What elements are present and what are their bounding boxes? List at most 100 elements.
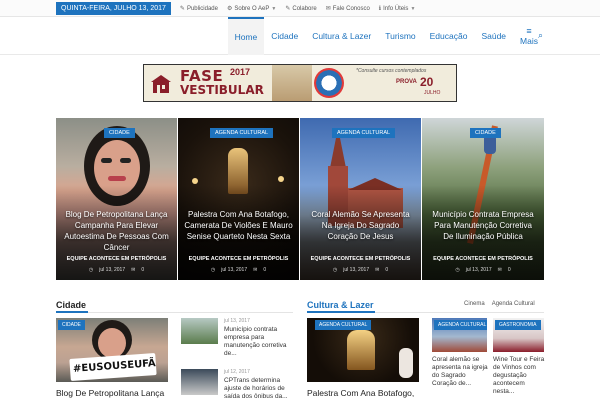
card-title[interactable]: Coral Alemão Se Apresenta Na Igreja Do S… — [306, 209, 415, 242]
chevron-down-icon: ▼ — [410, 5, 416, 12]
banner-people-image — [272, 65, 312, 101]
card-meta: ◷ jul 13, 2017 ✉ 0 — [178, 267, 299, 273]
banner-ad[interactable]: FASE 2017 VESTIBULAR *Consulte cursos co… — [143, 64, 457, 102]
nav-item-saude[interactable]: Saúde — [474, 17, 513, 55]
featured-card[interactable]: AGENDA CULTURAL Coral Alemão Se Apresent… — [300, 118, 421, 280]
date-badge: QUINTA-FEIRA, JULHO 13, 2017 — [56, 2, 171, 15]
clock-icon: ◷ — [88, 267, 94, 273]
nav-item-cidade[interactable]: Cidade — [264, 17, 305, 55]
category-badge[interactable]: GASTRONOMIA — [495, 320, 541, 330]
cidade-item-thumb[interactable] — [181, 369, 218, 395]
card-date: jul 13, 2017 — [221, 267, 248, 273]
section-divider — [307, 311, 544, 313]
card-title[interactable]: Blog De Petropolitana Lança Campanha Par… — [62, 209, 171, 253]
top-link-label: Colabore — [292, 5, 317, 12]
card-author[interactable]: EQUIPE ACONTECE EM PETRÓPOLIS — [178, 256, 299, 262]
top-link-publicidade[interactable]: ✎ Publicidade — [179, 5, 218, 13]
cultura-main-image[interactable]: AGENDA CULTURAL — [307, 318, 419, 382]
banner-day: 20 — [420, 75, 434, 89]
banner-month: JULHO — [424, 90, 441, 96]
top-bar-inner: QUINTA-FEIRA, JULHO 13, 2017 ✎ Publicida… — [56, 2, 415, 15]
tab-cinema[interactable]: Cinema — [464, 301, 485, 307]
section-title-cultura-lazer[interactable]: Cultura & Lazer — [307, 300, 374, 310]
cultura-col-thumb[interactable]: GASTRONOMIA — [493, 318, 544, 352]
banner-seal-logo — [314, 68, 344, 98]
search-icon[interactable]: ⌕ — [538, 30, 543, 41]
top-link-label: Publicidade — [186, 5, 218, 12]
cultura-col-thumb[interactable]: AGENDA CULTURAL — [432, 318, 487, 352]
card-comments[interactable]: 0 — [508, 267, 511, 273]
gear-icon: ⚙ — [226, 6, 233, 12]
edit-icon: ✎ — [285, 6, 291, 12]
card-comments[interactable]: 0 — [263, 267, 266, 273]
cidade-item-title[interactable]: Município contrata empresa para manutenç… — [224, 326, 294, 358]
nav-item-home[interactable]: Home — [227, 17, 265, 55]
cidade-main-image[interactable]: #EUSOUSEUFÃ CIDADE — [56, 318, 168, 382]
tab-agenda-cultural[interactable]: Agenda Cultural — [492, 301, 535, 307]
clock-icon: ◷ — [332, 267, 338, 273]
top-link-label: Sobre O AeP — [234, 5, 270, 12]
comment-icon: ✉ — [375, 267, 380, 273]
comment-icon: ✉ — [253, 267, 258, 273]
category-badge[interactable]: AGENDA CULTURAL — [315, 320, 372, 330]
cultura-main-title[interactable]: Palestra Com Ana Botafogo, — [307, 388, 414, 398]
card-meta: ◷ jul 13, 2017 ✉ 0 — [56, 267, 177, 273]
nav-item-cultura-lazer[interactable]: Cultura & Lazer — [305, 17, 378, 55]
top-link-info-uteis[interactable]: ℹ Info Úteis ▼ — [378, 5, 416, 13]
card-title[interactable]: Palestra Com Ana Botafogo, Camerata De V… — [184, 209, 293, 242]
megaphone-icon: ✎ — [179, 6, 185, 12]
chevron-down-icon: ▼ — [271, 5, 277, 12]
comment-icon: ✉ — [497, 267, 502, 273]
chat-icon: ✉ — [325, 6, 331, 12]
cidade-item-date: jul 12, 2017 — [224, 369, 250, 375]
featured-card[interactable]: CIDADE Município Contrata Empresa Para M… — [422, 118, 544, 280]
nav-item-turismo[interactable]: Turismo — [378, 17, 422, 55]
category-badge[interactable]: CIDADE — [470, 128, 501, 138]
main-header: Home Cidade Cultura & Lazer Turismo Educ… — [0, 17, 600, 55]
card-comments[interactable]: 0 — [141, 267, 144, 273]
cidade-item-date: jul 13, 2017 — [224, 318, 250, 324]
featured-card[interactable]: AGENDA CULTURAL Palestra Com Ana Botafog… — [178, 118, 299, 280]
section-title-cidade[interactable]: Cidade — [56, 300, 86, 310]
section-tabs: Cinema Agenda Cultural — [464, 301, 535, 307]
section-divider — [56, 311, 293, 313]
category-badge[interactable]: AGENDA CULTURAL — [332, 128, 396, 138]
cidade-item-title[interactable]: CPTrans determina ajuste de horários de … — [224, 377, 294, 400]
card-date: jul 13, 2017 — [465, 267, 492, 273]
featured-card[interactable]: CIDADE Blog De Petropolitana Lança Campa… — [56, 118, 177, 280]
top-link-colabore[interactable]: ✎ Colabore — [285, 5, 317, 13]
card-meta: ◷ jul 13, 2017 ✉ 0 — [422, 267, 544, 273]
top-link-fale-conosco[interactable]: ✉ Fale Conosco — [325, 5, 370, 13]
cidade-main-title[interactable]: Blog De Petropolitana Lança — [56, 388, 164, 398]
card-date: jul 13, 2017 — [343, 267, 370, 273]
banner-subtitle: VESTIBULAR — [180, 83, 264, 97]
card-date: jul 13, 2017 — [99, 267, 126, 273]
info-icon: ℹ — [378, 6, 382, 12]
category-badge[interactable]: AGENDA CULTURAL — [210, 128, 274, 138]
main-nav: Home Cidade Cultura & Lazer Turismo Educ… — [227, 17, 545, 55]
nav-item-educacao[interactable]: Educação — [423, 17, 475, 55]
banner-note: *Consulte cursos contemplados — [356, 68, 427, 74]
top-link-label: Info Úteis — [383, 5, 409, 12]
card-comments[interactable]: 0 — [385, 267, 388, 273]
top-bar: QUINTA-FEIRA, JULHO 13, 2017 ✎ Publicida… — [0, 0, 600, 17]
top-link-label: Fale Conosco — [332, 5, 370, 12]
nav-more-label: Mais — [520, 35, 538, 46]
cidade-item-thumb[interactable] — [181, 318, 218, 344]
category-badge[interactable]: CIDADE — [104, 128, 135, 138]
cultura-col-title[interactable]: Wine Tour e Feira de Vinhos com degustaç… — [493, 356, 545, 396]
comment-icon: ✉ — [131, 267, 136, 273]
card-author[interactable]: EQUIPE ACONTECE EM PETRÓPOLIS — [422, 256, 544, 262]
banner-prova-label: PROVA — [396, 79, 417, 85]
menu-icon: ≡ — [526, 25, 532, 36]
card-title[interactable]: Município Contrata Empresa Para Manutenç… — [428, 209, 538, 242]
card-author[interactable]: EQUIPE ACONTECE EM PETRÓPOLIS — [56, 256, 177, 262]
card-author[interactable]: EQUIPE ACONTECE EM PETRÓPOLIS — [300, 256, 421, 262]
clock-icon: ◷ — [210, 267, 216, 273]
category-badge[interactable]: CIDADE — [58, 320, 85, 330]
cultura-col-title[interactable]: Coral alemão se apresenta na igreja do S… — [432, 356, 488, 388]
top-link-sobre[interactable]: ⚙ Sobre O AeP ▼ — [226, 5, 277, 13]
banner-year: 2017 — [230, 67, 251, 77]
category-badge[interactable]: AGENDA CULTURAL — [434, 320, 487, 330]
card-meta: ◷ jul 13, 2017 ✉ 0 — [300, 267, 421, 273]
